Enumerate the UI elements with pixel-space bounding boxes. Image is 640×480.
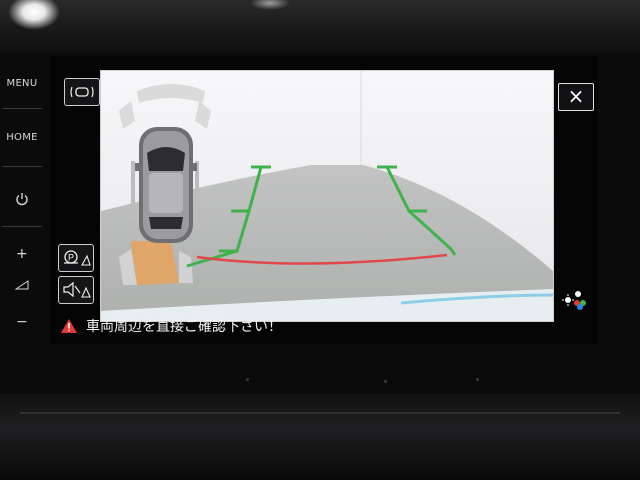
ambient-sensor	[476, 378, 479, 381]
power-icon	[16, 193, 28, 206]
park-pilot-icon: P	[64, 250, 91, 266]
rear-sensor-zone	[131, 241, 179, 285]
svg-text:P: P	[68, 253, 74, 263]
volume-up-label: +	[15, 246, 29, 262]
power-button[interactable]	[0, 192, 44, 209]
vehicle-top-view	[135, 127, 197, 243]
park-pilot-button[interactable]: P	[58, 244, 94, 272]
volume-indicator	[0, 280, 44, 293]
divider	[2, 108, 42, 109]
warning-text: 車両周辺を直接ご確認下さい！	[86, 319, 282, 335]
volume-up-button[interactable]: +	[0, 246, 44, 262]
rear-camera-view	[100, 70, 554, 322]
home-button-label: HOME	[6, 132, 38, 143]
mute-sensor-button[interactable]	[58, 276, 94, 304]
home-button[interactable]: HOME	[0, 132, 44, 143]
close-icon: ×	[567, 84, 585, 108]
warning-triangle-icon	[61, 319, 77, 333]
volume-down-label: −	[15, 314, 29, 330]
ambient-sensor	[246, 378, 249, 381]
volume-icon	[14, 280, 29, 290]
hard-keys-panel: MENU HOME + −	[0, 62, 46, 342]
bezel-top	[0, 0, 640, 52]
side-sensor-bar	[131, 161, 135, 221]
brightness-color-icon	[562, 291, 586, 310]
parking-view-toggle-icon	[70, 86, 94, 98]
display-settings-button[interactable]	[558, 286, 592, 312]
divider	[2, 226, 42, 227]
parking-view-toggle-button[interactable]	[64, 78, 100, 106]
menu-button[interactable]: MENU	[0, 78, 44, 89]
close-button[interactable]: ×	[558, 83, 594, 111]
warning-message: 車両周辺を直接ご確認下さい！	[60, 314, 282, 338]
divider	[2, 166, 42, 167]
ambient-sensor	[384, 380, 387, 383]
bezel-trim	[20, 412, 620, 414]
camera-scene	[101, 71, 553, 321]
menu-button-label: MENU	[6, 78, 38, 89]
bezel-bottom	[0, 394, 640, 480]
mute-sensor-icon	[63, 281, 91, 298]
volume-down-button[interactable]: −	[0, 314, 44, 330]
